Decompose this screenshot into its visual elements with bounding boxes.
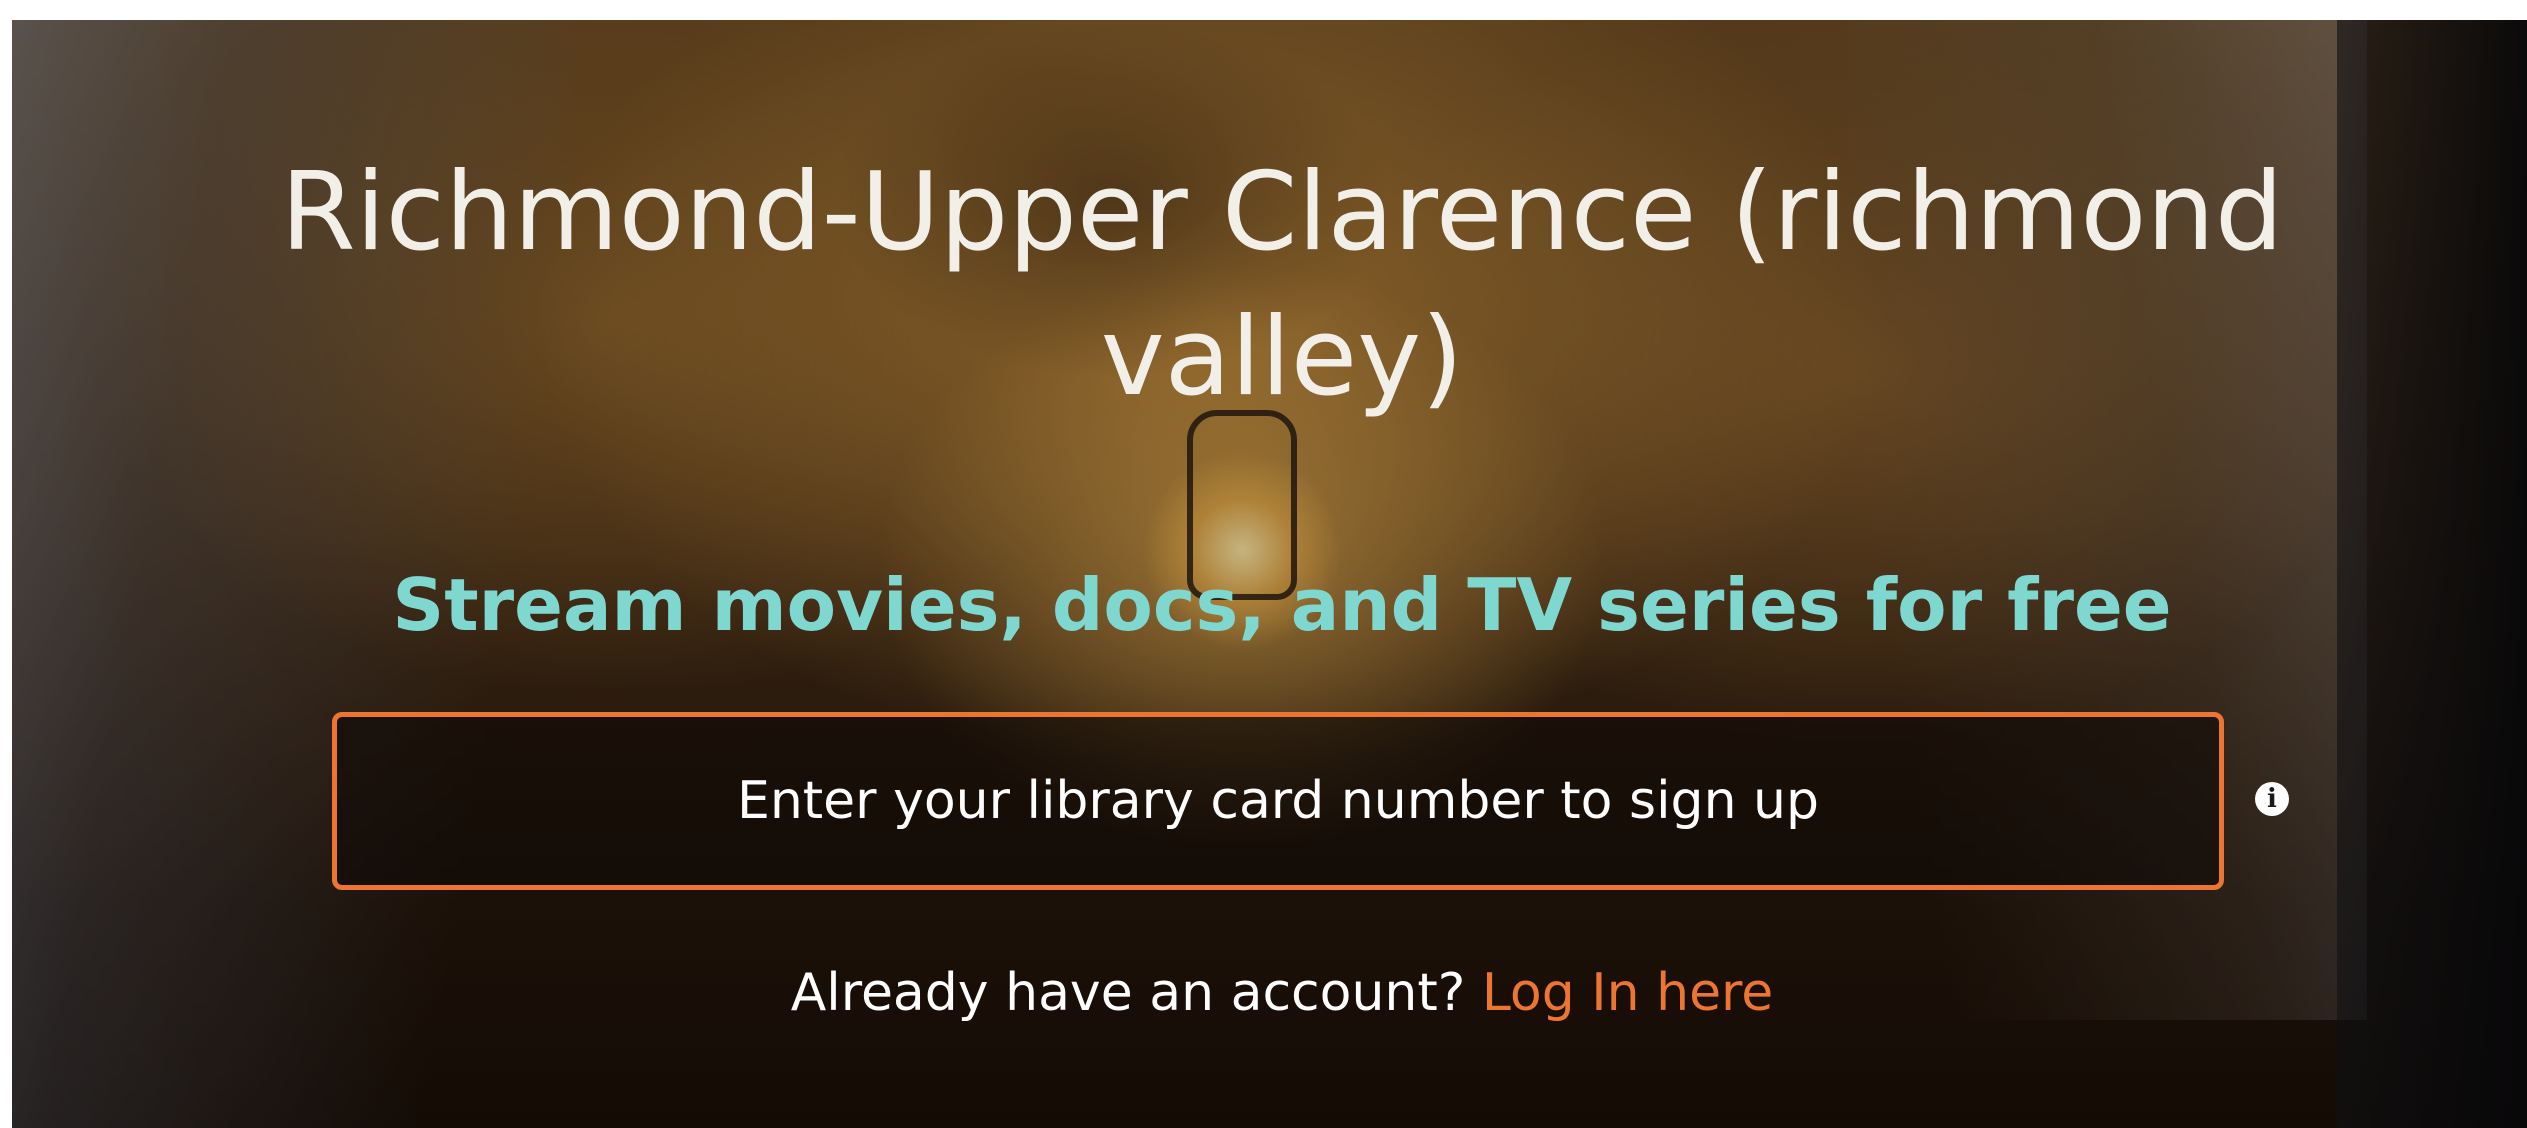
- info-icon[interactable]: i: [2255, 782, 2289, 816]
- login-link[interactable]: Log In here: [1482, 963, 1773, 1023]
- hero-content: Richmond-Upper Clarence (richmond valley…: [12, 20, 2527, 1128]
- library-title: Richmond-Upper Clarence (richmond valley…: [280, 150, 2284, 420]
- tagline: Stream movies, docs, and TV series for f…: [392, 563, 2172, 647]
- library-card-input[interactable]: [332, 712, 2224, 890]
- login-prompt-text: Already have an account?: [790, 963, 1482, 1023]
- hero-section: Richmond-Upper Clarence (richmond valley…: [12, 20, 2527, 1128]
- login-prompt: Already have an account? Log In here: [242, 958, 2322, 1028]
